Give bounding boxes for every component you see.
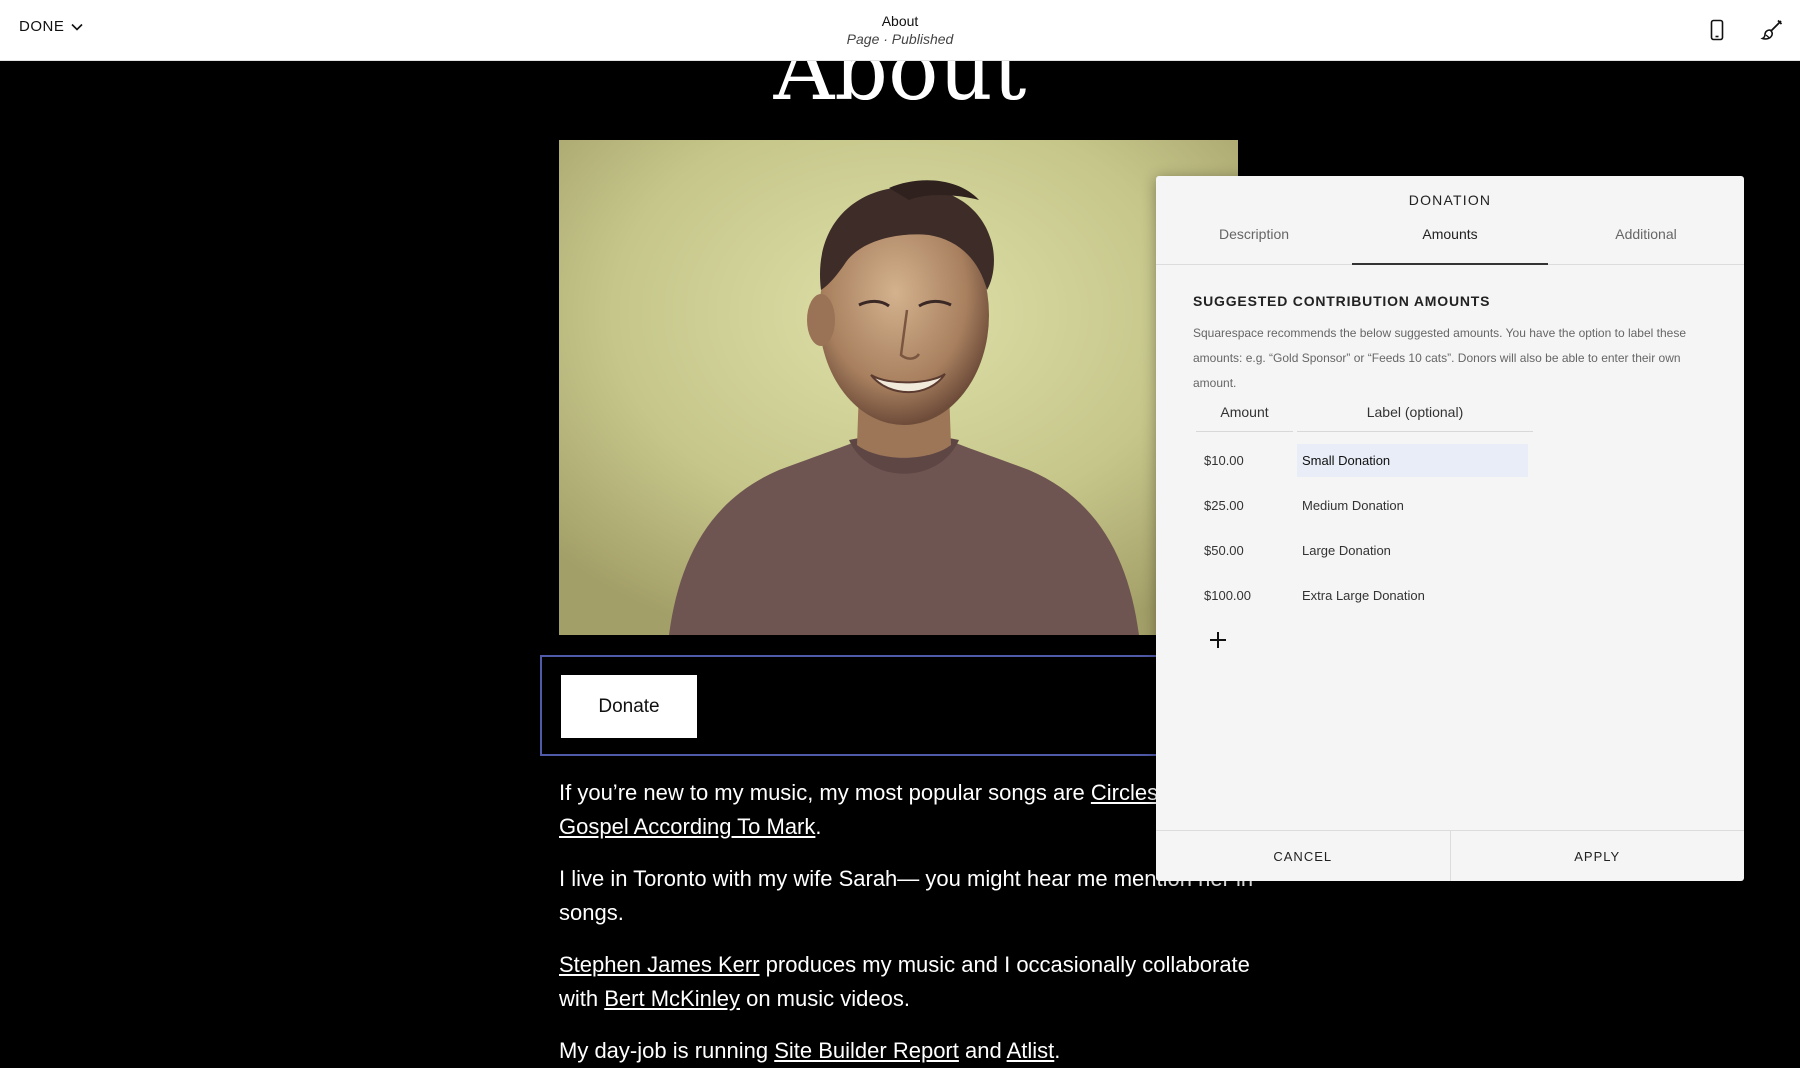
paragraph-text: .: [1054, 1038, 1061, 1063]
link-circles[interactable]: Circles: [1091, 780, 1158, 805]
design-brush-icon[interactable]: [1758, 16, 1786, 44]
paragraph: Stephen James Kerr produces my music and…: [559, 948, 1259, 1016]
amount-cell[interactable]: $10.00: [1196, 453, 1293, 468]
paragraph-text: My day-job is running: [559, 1038, 775, 1063]
section-title: SUGGESTED CONTRIBUTION AMOUNTS: [1193, 293, 1491, 309]
paragraph: If you’re new to my music, my most popul…: [559, 776, 1259, 844]
column-header-label: Label (optional): [1297, 398, 1533, 432]
table-row: $100.00 Extra Large Donation: [1196, 573, 1533, 618]
top-bar: DONE About Page · Published: [0, 0, 1800, 61]
mobile-preview-icon[interactable]: [1703, 16, 1731, 44]
paragraph: My day-job is running Site Builder Repor…: [559, 1034, 1259, 1068]
link-atlist[interactable]: Atlist: [1007, 1038, 1055, 1063]
paragraph-text: If you’re new to my music, my most popul…: [559, 780, 1091, 805]
page-status: Page · Published: [846, 31, 954, 47]
label-cell[interactable]: Extra Large Donation: [1297, 579, 1528, 612]
plus-icon: [1210, 632, 1226, 648]
column-header-amount: Amount: [1196, 398, 1293, 432]
paragraph: I live in Toronto with my wife Sarah— yo…: [559, 862, 1259, 930]
apply-button[interactable]: APPLY: [1449, 831, 1745, 881]
page-info: About Page · Published: [0, 12, 1800, 48]
paragraph-text: and: [958, 1038, 1007, 1063]
donate-button[interactable]: Donate: [561, 675, 697, 738]
link-site-builder-report[interactable]: Site Builder Report: [774, 1038, 959, 1063]
table-header: Amount Label (optional): [1196, 398, 1533, 432]
paragraph-text: I live in Toronto with my wife Sarah— yo…: [559, 866, 1254, 925]
amount-cell[interactable]: $50.00: [1196, 543, 1293, 558]
panel-title: DONATION: [1408, 192, 1492, 208]
donation-block-selected[interactable]: Donate: [540, 655, 1240, 756]
section-description: Squarespace recommends the below suggest…: [1193, 326, 1687, 390]
amount-cell[interactable]: $100.00: [1196, 588, 1293, 603]
person-portrait-image: [559, 140, 1238, 635]
tab-amounts[interactable]: Amounts: [1352, 222, 1548, 265]
link-stephen-james-kerr[interactable]: Stephen James Kerr: [559, 952, 760, 977]
paragraph-text: on music videos.: [739, 986, 910, 1011]
amounts-table: Amount Label (optional) $10.00 Small Don…: [1196, 398, 1533, 618]
about-body-text: If you’re new to my music, my most popul…: [559, 776, 1259, 1068]
add-amount-button[interactable]: [1206, 628, 1230, 652]
label-cell[interactable]: Medium Donation: [1297, 489, 1528, 522]
label-cell[interactable]: Small Donation: [1297, 444, 1528, 477]
amount-cell[interactable]: $25.00: [1196, 498, 1293, 513]
link-bert-mckinley[interactable]: Bert McKinley: [604, 986, 740, 1011]
tab-description[interactable]: Description: [1156, 222, 1352, 264]
panel-tabs: Description Amounts Additional: [1156, 222, 1744, 265]
table-row: $50.00 Large Donation: [1196, 528, 1533, 573]
profile-photo: [559, 140, 1238, 635]
page-title: About: [881, 13, 919, 29]
donation-settings-panel: DONATION Description Amounts Additional …: [1156, 176, 1744, 881]
table-row: $10.00 Small Donation: [1196, 438, 1533, 483]
label-cell[interactable]: Large Donation: [1297, 534, 1528, 567]
cancel-button[interactable]: CANCEL: [1156, 831, 1450, 881]
panel-footer: CANCEL APPLY: [1156, 830, 1744, 881]
tab-additional[interactable]: Additional: [1548, 222, 1744, 264]
paragraph-text: .: [815, 814, 822, 839]
table-row: $25.00 Medium Donation: [1196, 483, 1533, 528]
